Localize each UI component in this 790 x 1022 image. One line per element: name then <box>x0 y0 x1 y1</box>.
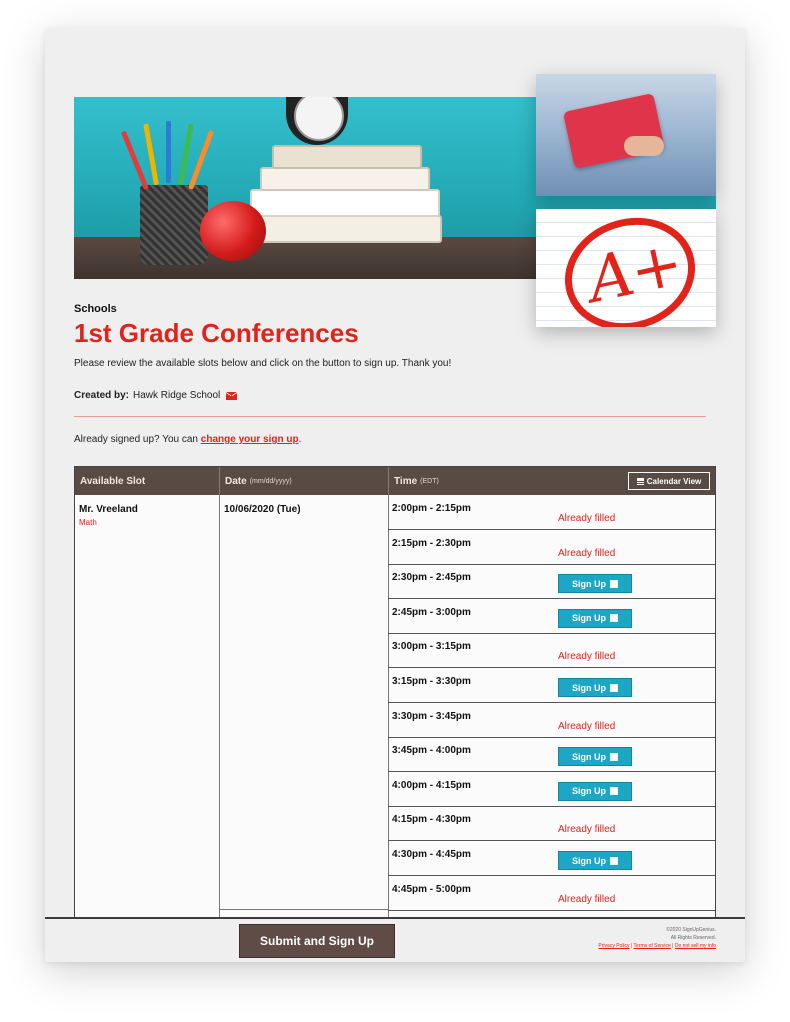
breadcrumb[interactable]: Schools <box>74 303 117 315</box>
time-row: 4:45pm - 5:00pm Already filled <box>388 876 715 911</box>
time-label: 2:45pm - 3:00pm <box>392 606 471 618</box>
time-row: 3:00pm - 3:15pm Already filled <box>388 633 715 669</box>
time-row: 2:45pm - 3:00pm Sign Up <box>388 599 715 634</box>
already-filled-text: Already filled <box>558 547 616 559</box>
created-by-label: Created by: <box>74 390 130 401</box>
already-filled-text: Already filled <box>558 824 616 836</box>
sign-up-button[interactable]: Sign Up <box>558 574 632 594</box>
time-row: 2:30pm - 2:45pm Sign Up <box>388 564 715 600</box>
sign-up-button[interactable]: Sign Up <box>558 747 632 767</box>
submit-and-sign-up-button[interactable]: Submit and Sign Up <box>239 924 395 958</box>
terms-link[interactable]: Terms of Service <box>634 943 671 949</box>
do-not-sell-link[interactable]: Do not sell my info <box>675 943 716 949</box>
sign-up-button[interactable]: Sign Up <box>558 608 632 628</box>
already-filled-text: Already filled <box>558 513 616 524</box>
page-title: 1st Grade Conferences <box>74 318 359 348</box>
time-row: 3:45pm - 4:00pm Sign Up <box>388 737 715 773</box>
time-label: 4:30pm - 4:45pm <box>392 849 471 860</box>
time-label: 4:15pm - 4:30pm <box>392 814 471 826</box>
sign-up-button[interactable]: Sign Up <box>558 851 632 870</box>
checkbox-icon[interactable] <box>610 683 618 692</box>
signup-card: A+ Schools 1st Grade Conferences Please … <box>45 28 745 962</box>
privacy-policy-link[interactable]: Privacy Policy <box>598 943 629 949</box>
calendar-icon <box>636 477 644 485</box>
time-label: 3:00pm - 3:15pm <box>392 641 471 653</box>
column-header-date: Date (mm/dd/yyyy) <box>219 467 388 495</box>
intro-text: Please review the available slots below … <box>74 358 452 369</box>
slot-date: 10/06/2020 (Tue) <box>224 504 301 515</box>
already-filled-text: Already filled <box>558 720 616 732</box>
time-row: 3:30pm - 3:45pm Already filled <box>388 703 715 738</box>
time-row: 2:00pm - 2:15pm Already filled <box>388 495 715 530</box>
created-by: Created by: Hawk Ridge School <box>74 390 238 401</box>
checkbox-icon[interactable] <box>610 614 618 623</box>
column-header-slot: Available Slot <box>80 475 146 487</box>
already-filled-text: Already filled <box>558 651 616 663</box>
sign-up-button[interactable]: Sign Up <box>558 781 632 801</box>
checkbox-icon[interactable] <box>610 579 618 588</box>
pencil-cup-icon <box>140 185 208 265</box>
time-row: 2:15pm - 2:30pm Already filled <box>388 530 715 565</box>
slot-subject: Math <box>79 518 97 527</box>
change-signup-link[interactable]: change your sign up <box>201 434 299 445</box>
already-filled-text: Already filled <box>558 893 616 905</box>
checkbox-icon[interactable] <box>610 856 618 865</box>
time-label: 2:15pm - 2:30pm <box>392 537 471 549</box>
slots-table: Available Slot Date (mm/dd/yyyy) Time (E… <box>74 466 716 918</box>
time-label: 3:30pm - 3:45pm <box>392 710 471 722</box>
email-icon[interactable] <box>226 391 238 400</box>
time-row: 3:15pm - 3:30pm Sign Up <box>388 668 715 703</box>
checkbox-icon[interactable] <box>610 752 618 761</box>
tablet-photo <box>536 74 716 196</box>
time-label: 2:00pm - 2:15pm <box>392 503 471 514</box>
grade-photo: A+ <box>536 209 716 327</box>
divider <box>74 416 706 417</box>
footer-legal: ©2020 SignUpGenius. All Rights Reserved.… <box>598 927 716 949</box>
sign-up-button[interactable]: Sign Up <box>558 678 632 697</box>
created-by-value: Hawk Ridge School <box>133 390 221 401</box>
time-label: 3:15pm - 3:30pm <box>392 676 471 687</box>
time-row: 4:30pm - 4:45pm Sign Up <box>388 841 715 876</box>
checkbox-icon[interactable] <box>610 787 618 796</box>
time-label: 2:30pm - 2:45pm <box>392 572 471 584</box>
time-label: 4:00pm - 4:15pm <box>392 779 471 791</box>
apple-icon <box>200 201 266 261</box>
already-signed-up: Already signed up? You can change your s… <box>74 434 302 445</box>
clock-icon <box>286 97 348 145</box>
table-header: Available Slot Date (mm/dd/yyyy) Time (E… <box>75 467 715 495</box>
time-label: 4:45pm - 5:00pm <box>392 883 471 895</box>
time-row: 4:00pm - 4:15pm Sign Up <box>388 772 715 807</box>
time-label: 3:45pm - 4:00pm <box>392 745 471 757</box>
time-row: 4:15pm - 4:30pm Already filled <box>388 806 715 842</box>
slot-name: Mr. Vreeland <box>79 504 138 515</box>
calendar-view-button[interactable]: Calendar View <box>628 472 710 490</box>
